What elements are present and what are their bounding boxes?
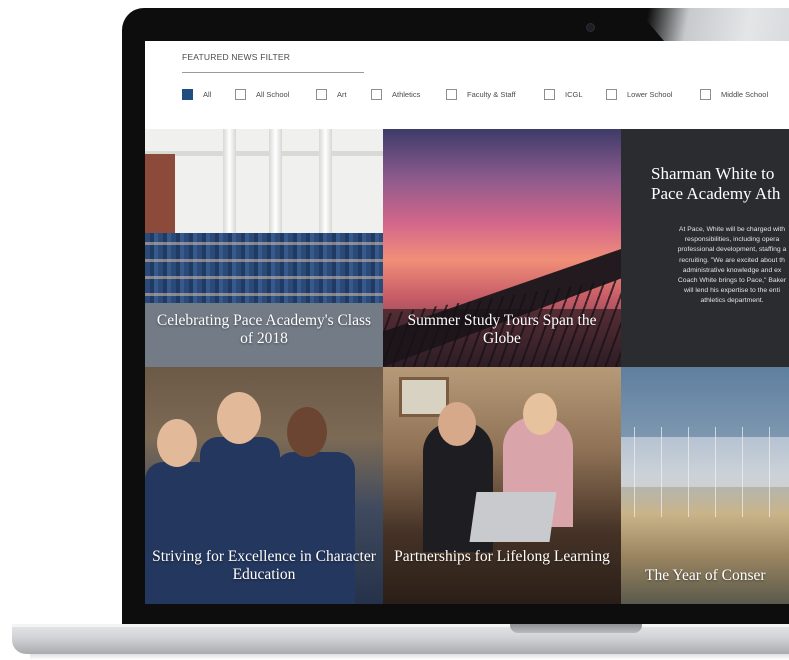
kid-face-image	[157, 419, 197, 467]
column-image	[269, 129, 282, 245]
news-tile-title[interactable]: Sharman White to Pace Academy Ath	[651, 164, 789, 204]
news-tile-title[interactable]: Striving for Excellence in Character Edu…	[151, 548, 377, 584]
filter-option-athletics[interactable]: Athletics	[371, 88, 420, 101]
kid-face-image	[217, 392, 261, 444]
news-tile-conservation[interactable]: The Year of Conser	[621, 367, 789, 604]
news-tile-sharman-white[interactable]: Sharman White to Pace Academy Ath At Pac…	[621, 129, 789, 367]
filter-option-art[interactable]: Art	[316, 88, 347, 101]
checkbox[interactable]	[316, 89, 327, 100]
filter-label: Lower School	[627, 90, 673, 99]
filter-label: Faculty & Staff	[467, 90, 516, 99]
checkbox[interactable]	[371, 89, 382, 100]
filter-label: Athletics	[392, 90, 421, 99]
laptop-base	[12, 624, 789, 654]
title-line: Pace Academy Ath	[651, 184, 781, 203]
checkbox[interactable]	[544, 89, 555, 100]
laptop-image	[469, 492, 557, 542]
news-tile-partnerships[interactable]: Partnerships for Lifelong Learning	[383, 367, 621, 604]
filter-option-icgl[interactable]: ICGL	[544, 88, 583, 101]
filter-option-all[interactable]: All	[182, 88, 211, 101]
dead-trees-image	[621, 427, 789, 517]
checkbox[interactable]	[700, 89, 711, 100]
news-tile-title[interactable]: The Year of Conser	[645, 567, 789, 585]
news-tile-title[interactable]: Partnerships for Lifelong Learning	[389, 548, 615, 566]
title-line: Sharman White to	[651, 164, 775, 183]
camera-icon	[586, 23, 595, 32]
filter-title: FEATURED NEWS FILTER	[182, 52, 291, 62]
laptop-mockup: FEATURED NEWS FILTER All All School Art	[0, 0, 789, 660]
teacher-face-image	[438, 402, 476, 446]
filter-option-faculty-staff[interactable]: Faculty & Staff	[446, 88, 516, 101]
news-tile-graduation[interactable]: Celebrating Pace Academy's Class of 2018	[145, 129, 383, 367]
filter-option-lower-school[interactable]: Lower School	[606, 88, 672, 101]
laptop-notch	[510, 624, 642, 633]
filter-title-underline	[182, 72, 364, 73]
filter-option-all-school[interactable]: All School	[235, 88, 289, 101]
roofline-image	[145, 151, 383, 156]
graduates-faces-image	[145, 233, 383, 303]
column-image	[319, 129, 332, 245]
news-tile-title[interactable]: Celebrating Pace Academy's Class of 2018	[151, 312, 377, 348]
checkbox[interactable]	[446, 89, 457, 100]
news-tile-summer-study[interactable]: Summer Study Tours Span the Globe	[383, 129, 621, 367]
filter-label: All	[203, 90, 212, 99]
filter-label: All School	[256, 90, 290, 99]
news-tile-title[interactable]: Summer Study Tours Span the Globe	[389, 312, 615, 348]
news-tile-character-education[interactable]: Striving for Excellence in Character Edu…	[145, 367, 383, 604]
checkbox[interactable]	[235, 89, 246, 100]
filter-label: ICGL	[565, 90, 583, 99]
filter-label: Art	[337, 90, 347, 99]
checkbox[interactable]	[606, 89, 617, 100]
laptop-base-edge	[12, 624, 789, 627]
news-filter-bar: FEATURED NEWS FILTER All All School Art	[145, 41, 789, 129]
building-image	[145, 129, 383, 249]
news-tile-excerpt: At Pace, White will be charged with resp…	[677, 226, 787, 305]
student-face-image	[523, 393, 557, 435]
checkbox-checked[interactable]	[182, 89, 193, 100]
filter-option-middle-school[interactable]: Middle School	[700, 88, 768, 101]
laptop-screen: FEATURED NEWS FILTER All All School Art	[145, 41, 789, 604]
column-image	[223, 129, 236, 245]
kid-face-image	[287, 407, 327, 457]
filter-label: Middle School	[721, 90, 769, 99]
laptop-shadow	[30, 654, 789, 660]
